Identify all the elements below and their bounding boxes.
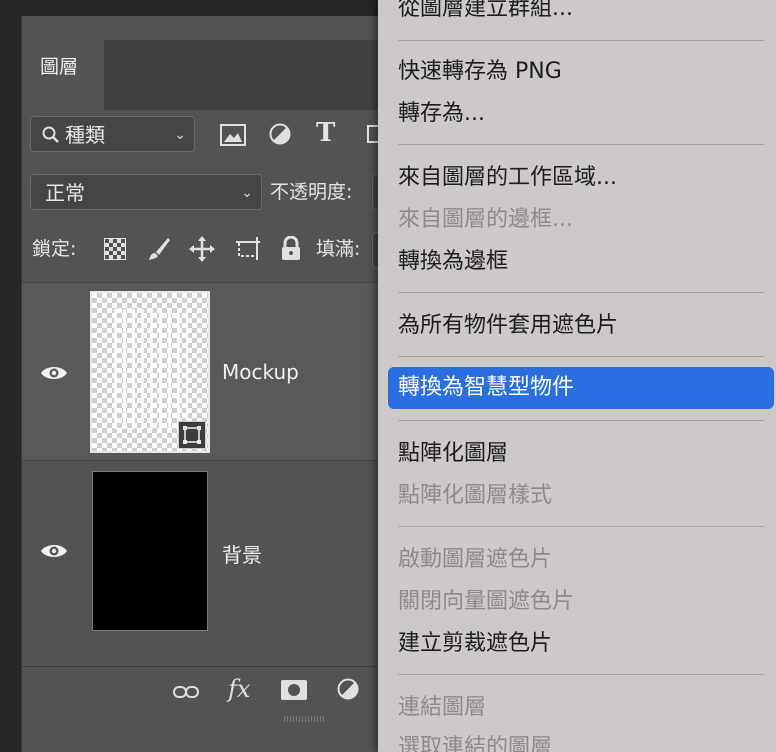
menu-item-rasterize-layer-style: 點陣化圖層樣式 [398, 483, 553, 508]
filter-row: 種類 ⌄ T [22, 110, 422, 162]
menu-item-create-clipping-mask[interactable]: 建立剪裁遮色片 [398, 629, 552, 659]
menu-separator [398, 40, 764, 41]
blend-row: 正常 ⌄ 不透明度: [22, 166, 422, 218]
resize-grip[interactable] [284, 716, 324, 722]
frame-icon [183, 426, 201, 444]
menu-separator [398, 356, 764, 357]
search-icon [42, 126, 59, 143]
layer-thumbnail [92, 471, 208, 631]
context-menu: 從圖層建立群組... 快速轉存為 PNG 轉存為... 來自圖層的工作區域...… [378, 0, 776, 752]
chevron-down-icon: ⌄ [241, 185, 253, 201]
panel-footer: fx [22, 666, 422, 717]
lock-image-pixels-icon[interactable] [146, 236, 172, 262]
lock-label: 鎖定: [32, 238, 77, 260]
blend-mode-select[interactable]: 正常 ⌄ [30, 174, 262, 210]
image-filter-icon[interactable] [220, 124, 246, 146]
layer-row-background[interactable]: 背景 [22, 460, 422, 641]
menu-item-artboard-from-layers[interactable]: 來自圖層的工作區域... [398, 163, 617, 193]
menu-separator [398, 674, 764, 675]
menu-item-convert-to-smart-object[interactable]: 轉換為智慧型物件 [398, 373, 574, 403]
menu-separator [398, 526, 764, 527]
menu-item-frame-from-layers: 來自圖層的邊框... [398, 207, 573, 232]
filter-kind-select[interactable]: 種類 ⌄ [30, 116, 195, 152]
panel-tab-bar: 圖層 [22, 40, 422, 110]
menu-item-enable-layer-mask: 啟動圖層遮色片 [398, 547, 553, 572]
menu-item-export-as[interactable]: 轉存為... [398, 99, 485, 129]
chevron-down-icon: ⌄ [174, 127, 186, 143]
menu-separator [398, 144, 764, 145]
fx-icon[interactable]: fx [228, 675, 250, 703]
menu-item-group-from-layers[interactable]: 從圖層建立群組... [398, 0, 573, 24]
artboard-badge-icon [178, 421, 206, 449]
layer-name[interactable]: Mockup [222, 360, 299, 384]
layers-panel: 圖層 種類 ⌄ T 正常 ⌄ 不透明度: 鎖定: 填滿: Mockup 背景 f… [21, 16, 422, 752]
menu-separator [398, 292, 764, 293]
menu-item-link-layers: 連結圖層 [398, 695, 487, 720]
opacity-label: 不透明度: [270, 181, 353, 203]
mockup-pattern [114, 309, 188, 429]
blend-mode-value: 正常 [45, 181, 85, 205]
layer-row-mockup[interactable]: Mockup [22, 282, 422, 461]
fill-label: 填滿: [316, 238, 361, 260]
lock-position-icon[interactable] [188, 235, 216, 263]
lock-row: 鎖定: 填滿: [22, 228, 422, 272]
type-filter-icon[interactable]: T [316, 118, 335, 148]
layer-name[interactable]: 背景 [222, 539, 262, 568]
tab-layers[interactable]: 圖層 [22, 40, 104, 110]
lock-all-icon[interactable] [280, 236, 302, 262]
menu-item-quick-export-png[interactable]: 快速轉存為 PNG [398, 57, 562, 87]
screen: × 圖層 種類 ⌄ T [0, 0, 776, 752]
menu-item-convert-to-frame[interactable]: 轉換為邊框 [398, 247, 508, 277]
filter-kind-value: 種類 [65, 123, 105, 147]
menu-item-disable-vector-mask: 關閉向量圖遮色片 [398, 589, 575, 614]
visibility-eye-icon[interactable] [40, 363, 68, 383]
link-icon[interactable] [172, 683, 200, 701]
menu-separator [398, 420, 764, 421]
menu-item-mask-all-objects[interactable]: 為所有物件套用遮色片 [398, 311, 618, 341]
add-mask-icon[interactable] [280, 679, 308, 701]
layer-thumbnail [90, 291, 210, 453]
visibility-eye-icon[interactable] [40, 541, 68, 561]
lock-artboard-icon[interactable] [234, 236, 262, 262]
adjustment-filter-icon[interactable] [268, 122, 292, 146]
menu-item-select-linked-layers: 選取連結的圖層 [398, 735, 553, 752]
menu-item-rasterize-layer[interactable]: 點陣化圖層 [398, 439, 508, 469]
adjustment-layer-icon[interactable] [336, 677, 360, 701]
lock-transparent-pixels-icon[interactable] [104, 238, 126, 260]
